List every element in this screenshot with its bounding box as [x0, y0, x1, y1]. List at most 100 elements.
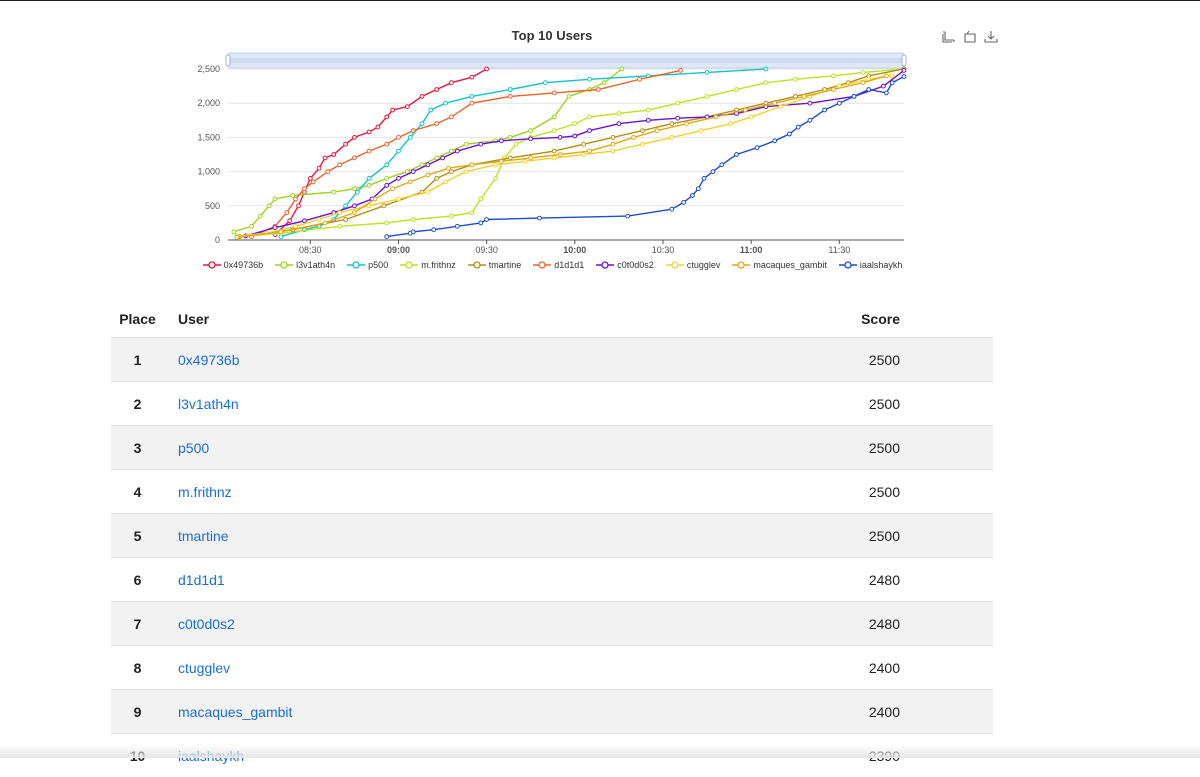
series-point — [257, 213, 263, 219]
legend-swatch-icon — [732, 261, 751, 269]
series-point — [293, 223, 299, 229]
series-point — [807, 117, 813, 123]
legend-label: c0t0d0s2 — [617, 260, 654, 270]
legend-item[interactable]: m.frithnz — [400, 260, 456, 270]
legend-swatch-icon — [202, 261, 221, 269]
header-user: User — [178, 310, 210, 327]
series-point — [390, 186, 396, 192]
x-tick-label: 11:00 — [740, 245, 763, 255]
series-point — [587, 76, 592, 82]
zoom-slider-fill — [228, 58, 904, 63]
series-point — [866, 87, 872, 92]
x-tick-label: 10:30 — [652, 245, 675, 255]
series-point — [463, 141, 469, 147]
series-point — [625, 213, 631, 219]
user-link[interactable]: ctugglev — [178, 660, 230, 676]
series-point — [434, 155, 440, 161]
user-link[interactable]: macaques_gambit — [178, 704, 292, 720]
x-tick-label: 09:00 — [387, 245, 410, 255]
row-score: 2500 — [868, 395, 900, 412]
series-point — [431, 227, 437, 233]
table-row: 2 l3v1ath4n 2500 — [111, 381, 993, 425]
series-point — [337, 210, 343, 216]
header-place: Place — [119, 310, 156, 327]
series-point — [616, 111, 622, 116]
series-point — [337, 223, 343, 229]
series-point — [587, 128, 592, 134]
series-point — [528, 128, 534, 134]
user-link[interactable]: 0x49736b — [178, 352, 240, 368]
series-point — [343, 217, 349, 222]
y-tick-label: 2,000 — [197, 98, 220, 108]
series-point — [507, 94, 513, 99]
series-point — [654, 128, 660, 134]
legend-item[interactable]: 0x49736b — [202, 260, 263, 270]
series-point — [410, 128, 416, 134]
series-point — [587, 148, 592, 154]
legend-label: iaalshaykh — [859, 260, 903, 270]
row-place: 9 — [133, 703, 142, 720]
table-header: Place User Score — [111, 300, 993, 337]
y-tick-label: 1,500 — [197, 132, 220, 142]
legend-item[interactable]: tmartine — [467, 260, 521, 270]
series-point — [645, 107, 651, 113]
user-link[interactable]: tmartine — [178, 528, 229, 544]
series-point — [425, 162, 431, 168]
series-point — [713, 114, 719, 120]
series-point — [454, 223, 460, 229]
series-point — [419, 121, 425, 127]
series-point — [710, 169, 716, 175]
series-point — [352, 135, 357, 140]
user-link[interactable]: d1d1d1 — [178, 572, 225, 588]
series-point — [390, 107, 396, 113]
series-point — [493, 176, 498, 181]
series-point — [640, 128, 645, 134]
legend-item[interactable]: d1d1d1 — [533, 260, 584, 270]
legend-item[interactable]: p500 — [347, 260, 388, 270]
y-tick-label: 500 — [205, 201, 220, 211]
table-row: 6 d1d1d1 2480 — [111, 557, 993, 601]
row-score: 2500 — [868, 439, 900, 456]
series-point — [884, 90, 889, 96]
legend-item[interactable]: macaques_gambit — [732, 260, 827, 270]
series-point — [619, 66, 625, 72]
user-link[interactable]: c0t0d0s2 — [178, 616, 235, 632]
series-point — [469, 94, 475, 99]
series-point — [484, 217, 490, 222]
series-point — [498, 158, 504, 164]
table-row: 9 macaques_gambit 2400 — [111, 689, 993, 733]
series-point — [366, 129, 372, 135]
legend-label: ctugglev — [686, 260, 721, 270]
series-point — [610, 148, 616, 154]
series-point — [675, 100, 681, 106]
user-link[interactable]: p500 — [178, 440, 209, 456]
series-point — [407, 179, 413, 185]
series-point — [440, 155, 446, 161]
legend-swatch-icon — [596, 261, 615, 269]
row-score: 2400 — [868, 703, 900, 720]
legend-item[interactable]: iaalshaykh — [838, 260, 903, 270]
user-link[interactable]: l3v1ath4n — [178, 396, 239, 412]
series-point — [478, 141, 484, 147]
series-point — [719, 162, 725, 168]
row-place: 1 — [133, 351, 142, 368]
legend-item[interactable]: l3v1ath4n — [275, 260, 335, 270]
series-point — [316, 165, 322, 171]
legend-item[interactable]: ctugglev — [665, 260, 721, 270]
series-point — [478, 220, 484, 226]
series-point — [704, 94, 710, 99]
series-point — [581, 152, 586, 157]
legend-item[interactable]: c0t0d0s2 — [596, 260, 654, 270]
legend-swatch-icon — [838, 261, 857, 269]
series-point — [728, 121, 733, 127]
series-point — [704, 70, 710, 75]
series-point — [366, 176, 372, 181]
x-tick-label: 10:00 — [563, 245, 586, 255]
series-point — [410, 229, 416, 235]
series-point — [407, 135, 413, 140]
user-link[interactable]: m.frithnz — [178, 484, 232, 500]
series-point — [352, 155, 357, 161]
series-point — [249, 223, 254, 229]
series-point — [881, 83, 886, 89]
series-point — [748, 114, 754, 120]
